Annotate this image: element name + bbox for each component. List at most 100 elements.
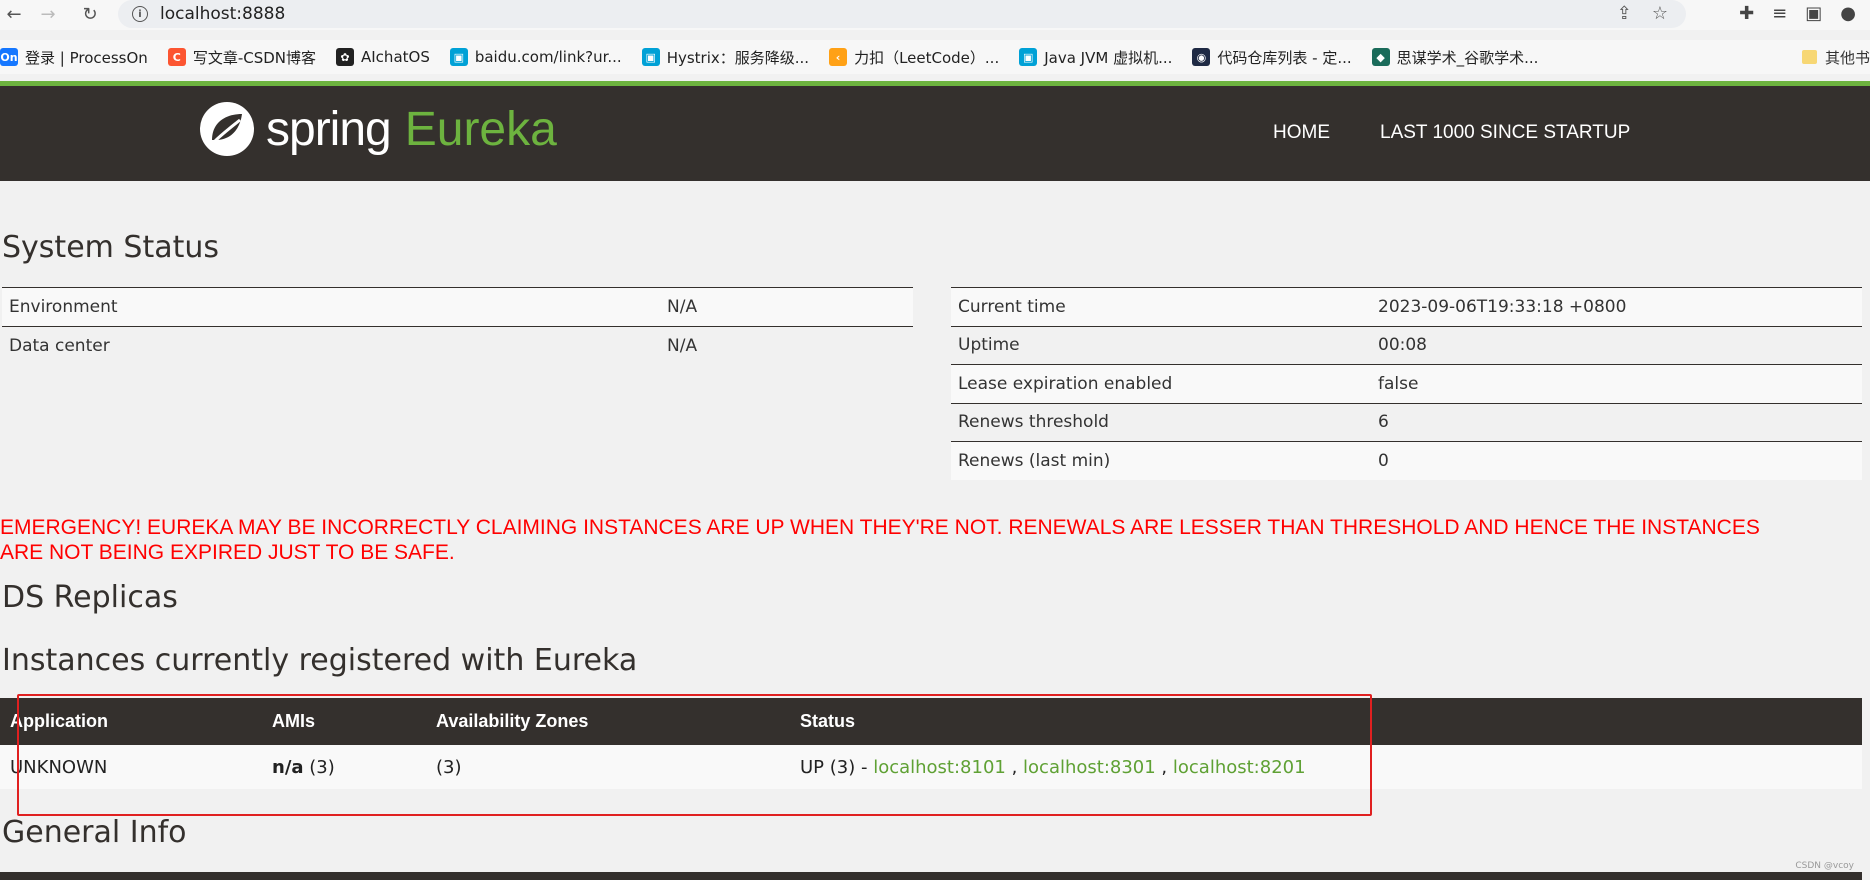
col-amis: AMIs	[262, 698, 426, 745]
bookmark-favicon-icon: ◉	[1192, 48, 1211, 66]
bookmark-label: Java JVM 虚拟机...	[1044, 48, 1173, 67]
bookmark-favicon-icon: ‹	[829, 48, 848, 66]
status-row: Lease expiration enabled false	[951, 364, 1862, 403]
status-key: Environment	[2, 287, 660, 326]
status-key: Renews threshold	[951, 402, 1371, 442]
bookmark-item[interactable]: ‹ 力扣（LeetCode）...	[829, 47, 999, 68]
bookmark-item[interactable]: ▣ baidu.com/link?ur...	[449, 48, 622, 66]
amis-count: (3)	[303, 756, 335, 778]
share-icon[interactable]: ⇪	[1617, 3, 1632, 24]
other-bookmarks-label: 其他书	[1824, 48, 1870, 67]
bookmark-item[interactable]: ✿ AIchatOS	[336, 48, 430, 66]
link-separator: ,	[1005, 756, 1024, 778]
system-status-right-table: Current time 2023-09-06T19:33:18 +0800 Upt…	[951, 287, 1862, 480]
address-bar[interactable]: i localhost:8888 ⇪ ☆	[118, 0, 1686, 28]
bookmark-item[interactable]: ◆ 思谋学术_谷歌学术...	[1371, 47, 1539, 68]
url-text: localhost:8888	[160, 4, 286, 24]
instance-link-8101[interactable]: localhost:8101	[873, 757, 1006, 778]
status-row: Renews threshold 6	[951, 402, 1862, 442]
folder-icon	[1801, 50, 1817, 64]
bookmark-label: 思谋学术_谷歌学术...	[1396, 48, 1539, 67]
bookmark-favicon-icon: ▣	[449, 48, 468, 66]
general-info-table-header	[0, 872, 1862, 880]
status-row: Data center N/A	[2, 325, 913, 365]
status-value: 00:08	[1371, 325, 1862, 365]
side-panel-icon[interactable]: ▣	[1805, 3, 1822, 24]
bookmark-favicon-icon: ▣	[1019, 48, 1038, 66]
nav-home[interactable]: HOME	[1273, 122, 1330, 144]
status-value: N/A	[660, 325, 913, 365]
table-row: UNKNOWN n/a (3) (3) UP (3) - localhost:8…	[0, 745, 1862, 789]
status-row: Renews (last min) 0	[951, 441, 1862, 480]
col-availability-zones: Availability Zones	[426, 698, 790, 745]
reading-list-icon[interactable]: ≡	[1772, 3, 1787, 24]
bookmark-item[interactable]: ▣ Java JVM 虚拟机...	[1019, 47, 1172, 68]
brand-spring: spring	[266, 102, 392, 156]
other-bookmarks[interactable]: 其他书	[1801, 40, 1870, 74]
cell-zones: (3)	[426, 745, 790, 789]
instance-link-8301[interactable]: localhost:8301	[1023, 757, 1156, 778]
bookmark-label: 代码仓库列表 - 定...	[1217, 48, 1352, 67]
bookmark-item[interactable]: ◉ 代码仓库列表 - 定...	[1192, 47, 1352, 68]
system-status-left-table: Environment N/A Data center N/A	[2, 287, 913, 365]
nav-last-1000[interactable]: LAST 1000 SINCE STARTUP	[1380, 122, 1630, 144]
bookmark-label: AIchatOS	[361, 48, 430, 66]
status-value: N/A	[660, 287, 913, 326]
watermark: CSDN @vcoy	[1795, 861, 1854, 871]
emergency-warning: EMERGENCY! EUREKA MAY BE INCORRECTLY CLA…	[0, 516, 1760, 564]
status-value: 2023-09-06T19:33:18 +0800	[1371, 287, 1862, 326]
bookmark-label: 写文章-CSDN博客	[192, 48, 316, 67]
reload-icon[interactable]: ↻	[76, 0, 104, 28]
status-value: 0	[1371, 441, 1862, 480]
browser-toolbar: ← → ↻ i localhost:8888 ⇪ ☆ ✚ ≡ ▣ ●	[0, 0, 1870, 30]
spring-leaf-icon	[200, 102, 254, 156]
page-header: spring Eureka HOME LAST 1000 SINCE START…	[0, 86, 1870, 181]
bookmark-label: Hystrix：服务降级...	[666, 48, 810, 67]
cell-status: UP (3) - localhost:8101 , localhost:8301…	[790, 745, 1862, 789]
status-key: Uptime	[951, 325, 1371, 365]
status-key: Renews (last min)	[951, 441, 1371, 480]
status-row: Uptime 00:08	[951, 325, 1862, 365]
system-status-title: System Status	[2, 230, 220, 265]
amis-na: n/a	[272, 756, 304, 778]
bookmark-favicon-icon: ◆	[1371, 48, 1390, 66]
status-key: Current time	[951, 287, 1371, 326]
spring-eureka-logo[interactable]: spring Eureka	[198, 100, 557, 158]
status-value: false	[1371, 364, 1862, 403]
status-key: Lease expiration enabled	[951, 364, 1371, 403]
general-info-title: General Info	[2, 815, 187, 850]
instances-title: Instances currently registered with Eure…	[2, 643, 638, 678]
bookmark-item[interactable]: On 登录 | ProcessOn	[0, 47, 148, 68]
bookmark-star-icon[interactable]: ☆	[1652, 3, 1668, 24]
extensions-icon[interactable]: ✚	[1739, 3, 1754, 24]
col-status: Status	[790, 698, 1862, 745]
status-value: 6	[1371, 402, 1862, 442]
status-key: Data center	[2, 325, 660, 365]
back-icon[interactable]: ←	[0, 0, 28, 28]
cell-application: UNKNOWN	[0, 745, 262, 789]
brand-eureka: Eureka	[404, 102, 557, 156]
bookmark-favicon-icon: C	[167, 48, 186, 66]
extension-area: ✚ ≡ ▣ ●	[1739, 3, 1856, 24]
bookmark-favicon-icon: ✿	[336, 48, 354, 66]
col-application: Application	[0, 698, 262, 745]
link-separator: ,	[1155, 756, 1173, 778]
status-row: Environment N/A	[2, 287, 913, 326]
bookmark-favicon-icon: On	[0, 48, 18, 66]
status-row: Current time 2023-09-06T19:33:18 +0800	[951, 287, 1862, 326]
bookmark-label: baidu.com/link?ur...	[474, 48, 622, 66]
forward-icon[interactable]: →	[34, 0, 62, 28]
bookmark-label: 力扣（LeetCode）...	[854, 48, 1000, 67]
bookmarks-bar: On 登录 | ProcessOn C 写文章-CSDN博客 ✿ AIchatOS ▣ bai…	[0, 40, 1870, 74]
status-prefix: UP (3) -	[800, 756, 874, 778]
bookmark-item[interactable]: C 写文章-CSDN博客	[167, 47, 316, 68]
instance-link-8201[interactable]: localhost:8201	[1173, 757, 1306, 778]
instances-table: Application AMIs Availability Zones Stat…	[0, 698, 1862, 789]
profile-icon[interactable]: ●	[1840, 3, 1856, 24]
bookmark-item[interactable]: ▣ Hystrix：服务降级...	[641, 47, 810, 68]
ds-replicas-title: DS Replicas	[2, 580, 178, 615]
bookmark-label: 登录 | ProcessOn	[25, 48, 148, 67]
cell-amis: n/a (3)	[262, 745, 426, 789]
bookmark-favicon-icon: ▣	[641, 48, 660, 66]
site-info-icon[interactable]: i	[132, 6, 148, 22]
